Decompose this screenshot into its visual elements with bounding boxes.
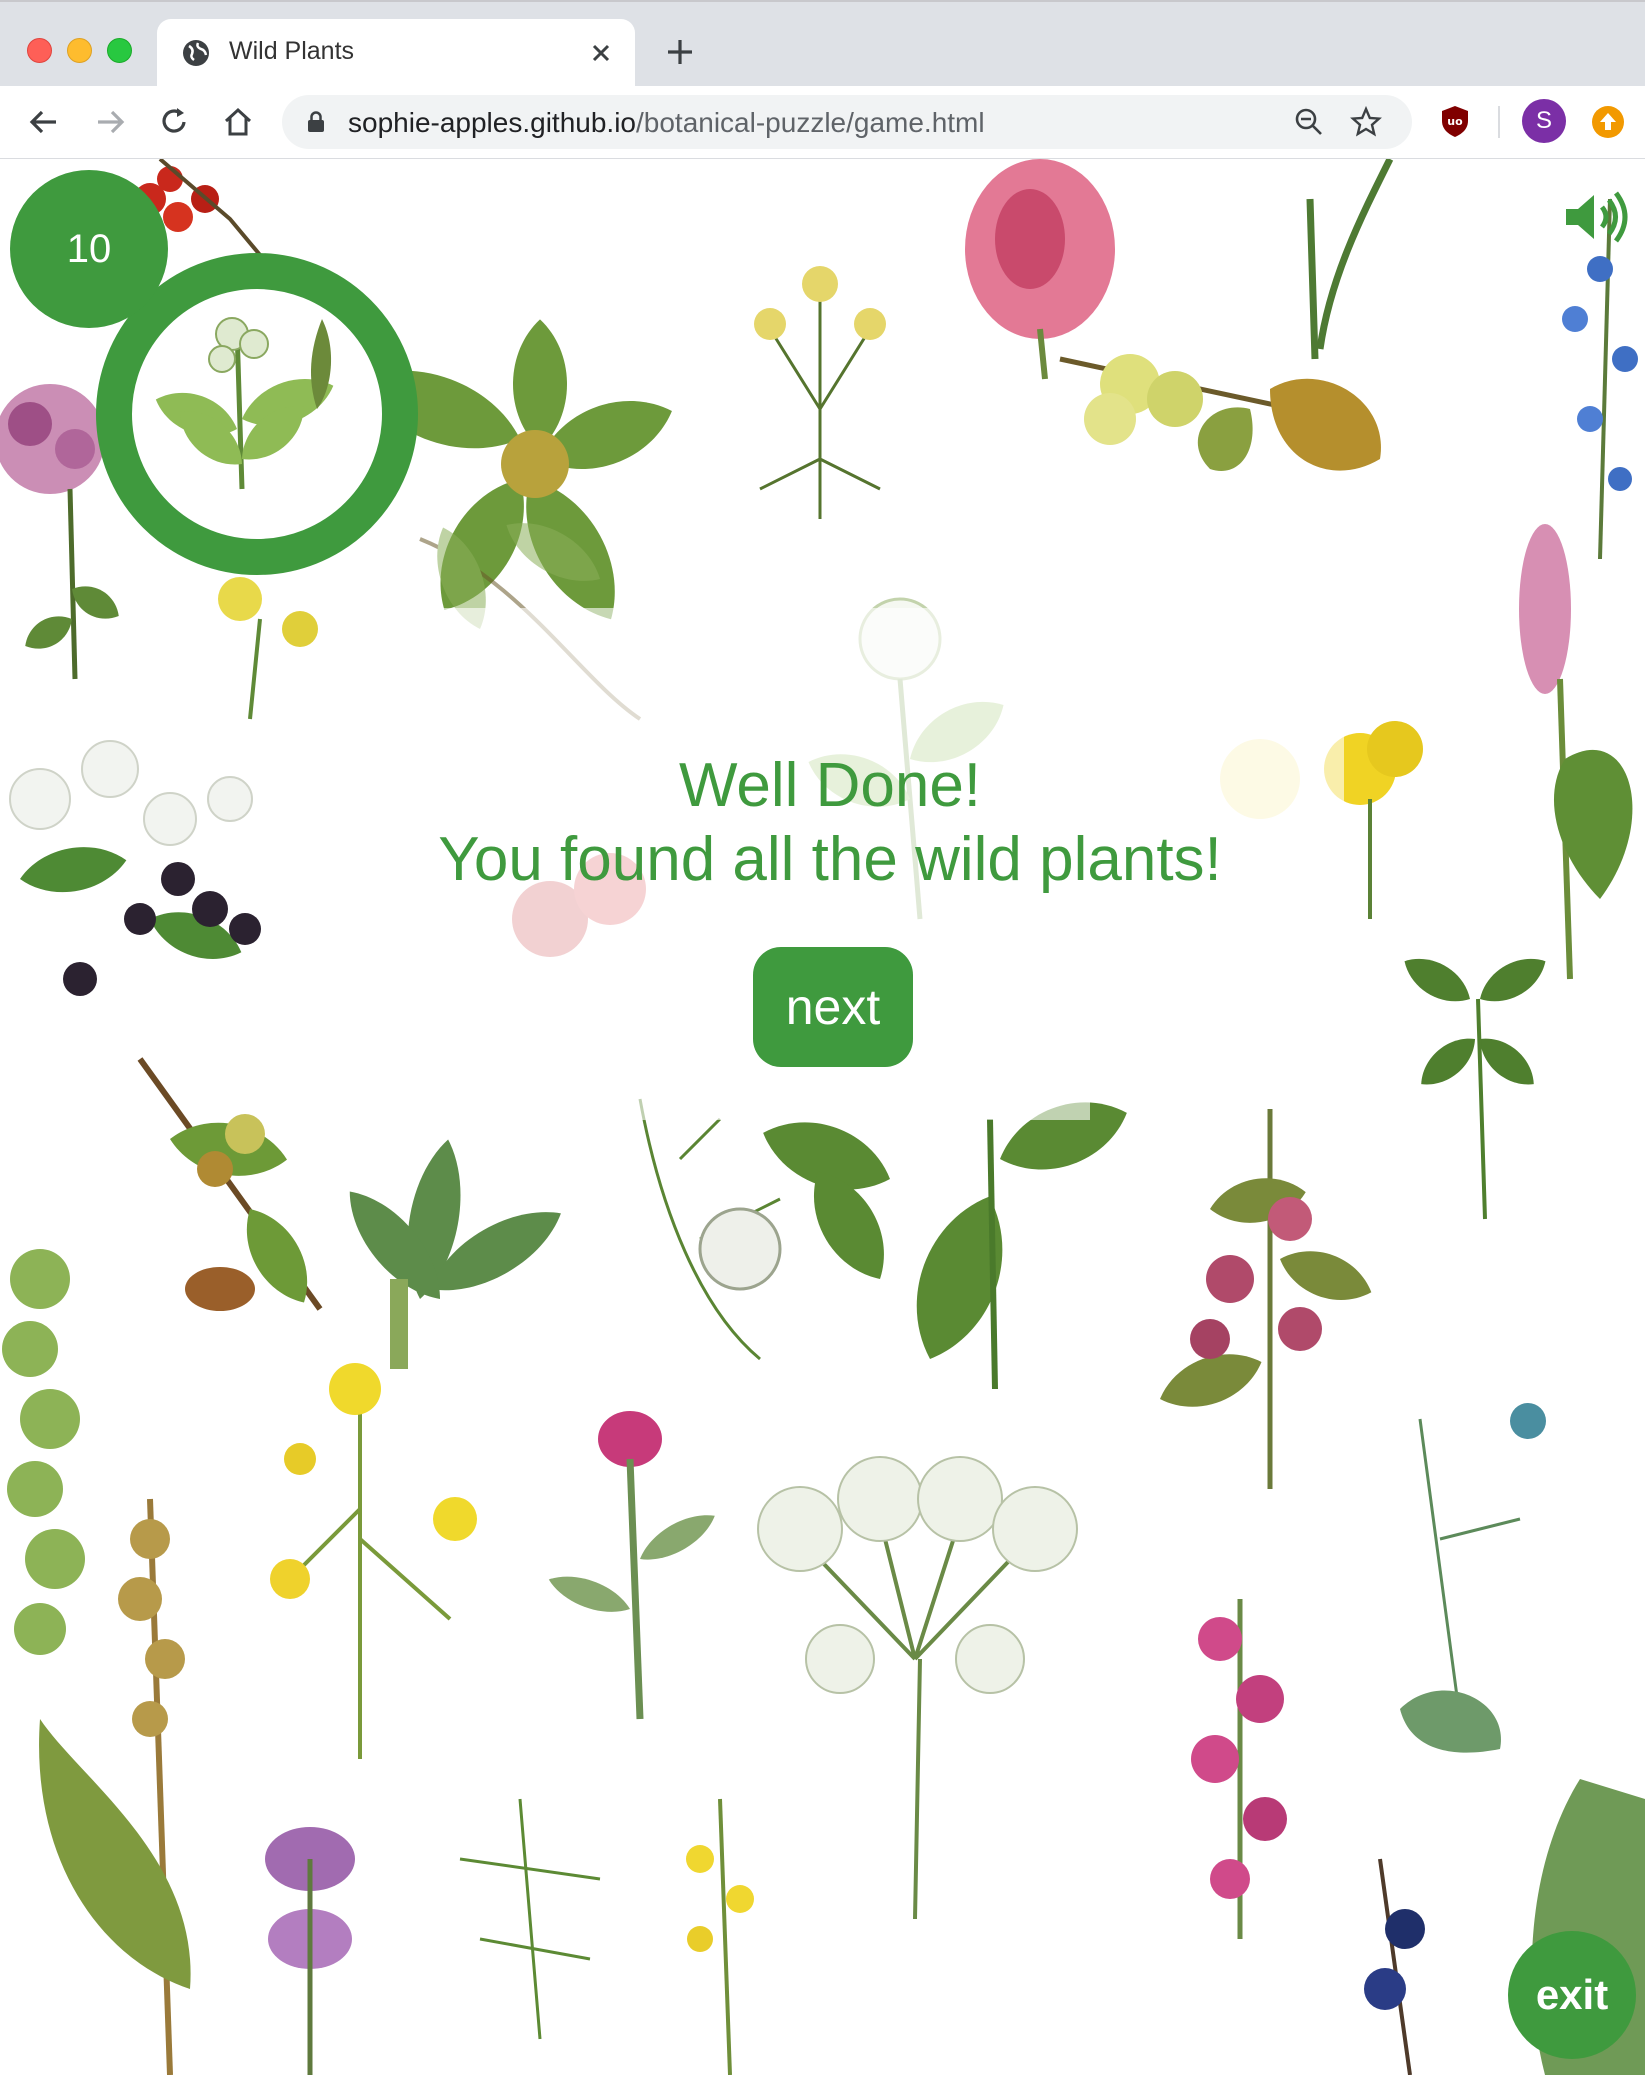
water-mint-plant xyxy=(265,1827,355,2075)
arrow-up-icon xyxy=(1600,113,1616,130)
speedwell-plant xyxy=(1400,1403,1546,1753)
lock-icon[interactable] xyxy=(304,110,328,134)
mustard-plant xyxy=(270,1363,477,1759)
minimize-window-button[interactable] xyxy=(67,38,92,63)
maximize-window-button[interactable] xyxy=(107,38,132,63)
grass-plant xyxy=(1306,159,1394,360)
bedstraw-plant xyxy=(459,1798,601,2040)
next-button[interactable]: next xyxy=(753,947,913,1067)
reload-icon[interactable] xyxy=(156,104,192,140)
sloe-plant xyxy=(1364,1858,1425,2075)
chicory-plant xyxy=(1562,198,1638,560)
update-button[interactable] xyxy=(1592,106,1624,138)
target-plant-image xyxy=(149,317,341,490)
browser-toolbar: sophie-apples.github.io/botanical-puzzle… xyxy=(0,86,1645,159)
exit-button[interactable]: exit xyxy=(1508,1931,1636,2059)
ublock-extension-icon[interactable]: uo xyxy=(1437,103,1473,139)
profile-avatar[interactable]: S xyxy=(1522,99,1566,143)
fireweed-plant xyxy=(965,159,1115,380)
tab-title: Wild Plants xyxy=(229,37,355,65)
herb-paris-plant xyxy=(1396,947,1554,1220)
browser-titlebar: Wild Plants xyxy=(0,0,1645,89)
nettle-plant xyxy=(752,1084,1138,1390)
message-title: Well Done! xyxy=(678,751,982,820)
orchid-plant xyxy=(1191,1599,1287,1939)
back-arrow-icon[interactable] xyxy=(26,104,62,140)
maidenhair-fern-plant xyxy=(2,1249,85,1655)
close-window-button[interactable] xyxy=(27,38,52,63)
browser-tab-active[interactable]: Wild Plants xyxy=(157,19,635,89)
yarrow-plant xyxy=(754,266,886,519)
address-bar[interactable]: sophie-apples.github.io/botanical-puzzle… xyxy=(282,95,1412,149)
mallow-plant xyxy=(1152,1109,1379,1489)
charlock-plant xyxy=(686,1798,754,2075)
score-badge: 10 xyxy=(10,170,168,328)
url-host: sophie-apples.github.io xyxy=(348,107,636,138)
hazel-plant xyxy=(1059,354,1381,471)
game-viewport: 10 Well Done! You found all the wild pla… xyxy=(0,159,1645,2075)
toolbar-separator xyxy=(1498,106,1500,138)
home-icon[interactable] xyxy=(220,104,256,140)
watercress-plant xyxy=(638,1098,782,1361)
new-tab-icon[interactable] xyxy=(664,36,696,68)
sound-on-icon[interactable] xyxy=(1562,189,1630,245)
forward-arrow-icon[interactable] xyxy=(92,104,128,140)
message-subtitle: You found all the wild plants! xyxy=(438,825,1222,894)
tab-close-icon[interactable] xyxy=(587,39,615,67)
url-text[interactable]: sophie-apples.github.io/botanical-puzzle… xyxy=(348,107,985,139)
oak-plant xyxy=(137,1057,324,1315)
goosefoot-plant xyxy=(332,1135,574,1369)
zoom-out-icon[interactable] xyxy=(1294,107,1324,137)
buttercup-plant xyxy=(218,577,318,720)
globe-icon xyxy=(183,40,209,66)
completion-message: Well Done! You found all the wild plants… xyxy=(0,749,1645,897)
svg-text:uo: uo xyxy=(1447,115,1463,128)
url-path: /botanical-puzzle/game.html xyxy=(635,107,985,138)
thistle-plant xyxy=(544,1411,722,1720)
hogweed-plant xyxy=(757,1456,1078,1920)
bookmark-star-icon[interactable] xyxy=(1350,106,1382,138)
